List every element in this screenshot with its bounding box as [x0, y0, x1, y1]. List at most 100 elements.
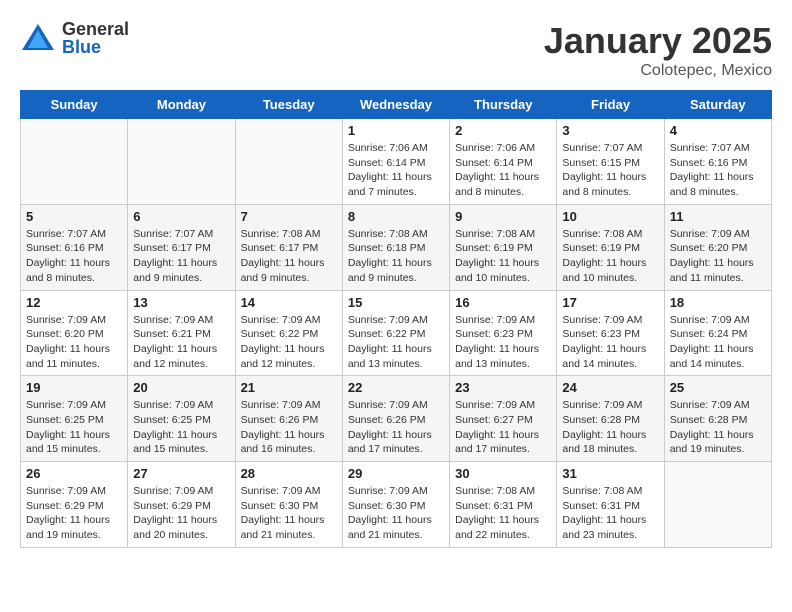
day-info: Sunrise: 7:09 AMSunset: 6:29 PMDaylight:… [26, 484, 122, 543]
day-info: Sunrise: 7:08 AMSunset: 6:31 PMDaylight:… [562, 484, 658, 543]
calendar-cell [21, 119, 128, 205]
day-number: 17 [562, 295, 658, 310]
calendar-subtitle: Colotepec, Mexico [544, 62, 772, 80]
calendar-cell [664, 462, 771, 548]
day-header-tuesday: Tuesday [235, 91, 342, 119]
day-info: Sunrise: 7:09 AMSunset: 6:30 PMDaylight:… [348, 484, 444, 543]
day-info: Sunrise: 7:07 AMSunset: 6:15 PMDaylight:… [562, 141, 658, 200]
calendar-cell: 26 Sunrise: 7:09 AMSunset: 6:29 PMDayligh… [21, 462, 128, 548]
logo-blue-text: Blue [62, 38, 129, 56]
calendar-cell: 1 Sunrise: 7:06 AMSunset: 6:14 PMDaylight… [342, 119, 449, 205]
day-header-monday: Monday [128, 91, 235, 119]
day-number: 22 [348, 380, 444, 395]
day-number: 28 [241, 466, 337, 481]
page-header: General Blue January 2025 Colotepec, Mex… [20, 20, 772, 80]
day-info: Sunrise: 7:08 AMSunset: 6:31 PMDaylight:… [455, 484, 551, 543]
day-info: Sunrise: 7:09 AMSunset: 6:28 PMDaylight:… [562, 398, 658, 457]
day-number: 5 [26, 209, 122, 224]
day-header-sunday: Sunday [21, 91, 128, 119]
calendar-week-5: 26 Sunrise: 7:09 AMSunset: 6:29 PMDayligh… [21, 462, 772, 548]
calendar-cell: 29 Sunrise: 7:09 AMSunset: 6:30 PMDayligh… [342, 462, 449, 548]
calendar-cell: 4 Sunrise: 7:07 AMSunset: 6:16 PMDaylight… [664, 119, 771, 205]
calendar-cell: 9 Sunrise: 7:08 AMSunset: 6:19 PMDaylight… [450, 204, 557, 290]
calendar-week-4: 19 Sunrise: 7:09 AMSunset: 6:25 PMDayligh… [21, 376, 772, 462]
day-number: 8 [348, 209, 444, 224]
logo-text: General Blue [62, 20, 129, 56]
day-number: 16 [455, 295, 551, 310]
day-number: 14 [241, 295, 337, 310]
day-number: 19 [26, 380, 122, 395]
day-info: Sunrise: 7:09 AMSunset: 6:20 PMDaylight:… [670, 227, 766, 286]
calendar-cell: 16Sunrise: 7:09 AMSunset: 6:23 PMDayligh… [450, 290, 557, 376]
calendar-cell: 23Sunrise: 7:09 AMSunset: 6:27 PMDayligh… [450, 376, 557, 462]
day-info: Sunrise: 7:07 AMSunset: 6:16 PMDaylight:… [26, 227, 122, 286]
day-number: 21 [241, 380, 337, 395]
day-number: 18 [670, 295, 766, 310]
calendar-cell: 17 Sunrise: 7:09 AMSunset: 6:23 PMDayligh… [557, 290, 664, 376]
day-info: Sunrise: 7:06 AMSunset: 6:14 PMDaylight:… [348, 141, 444, 200]
day-header-wednesday: Wednesday [342, 91, 449, 119]
day-info: Sunrise: 7:08 AMSunset: 6:19 PMDaylight:… [562, 227, 658, 286]
day-info: Sunrise: 7:08 AMSunset: 6:17 PMDaylight:… [241, 227, 337, 286]
day-number: 30 [455, 466, 551, 481]
day-number: 29 [348, 466, 444, 481]
day-number: 1 [348, 123, 444, 138]
day-info: Sunrise: 7:08 AMSunset: 6:19 PMDaylight:… [455, 227, 551, 286]
day-number: 31 [562, 466, 658, 481]
calendar-cell: 25Sunrise: 7:09 AMSunset: 6:28 PMDayligh… [664, 376, 771, 462]
day-number: 9 [455, 209, 551, 224]
day-number: 12 [26, 295, 122, 310]
day-number: 6 [133, 209, 229, 224]
title-area: January 2025 Colotepec, Mexico [544, 20, 772, 80]
calendar-cell [235, 119, 342, 205]
calendar-cell: 27 Sunrise: 7:09 AMSunset: 6:29 PMDayligh… [128, 462, 235, 548]
day-info: Sunrise: 7:09 AMSunset: 6:21 PMDaylight:… [133, 313, 229, 372]
day-number: 11 [670, 209, 766, 224]
day-number: 24 [562, 380, 658, 395]
calendar-table: SundayMondayTuesdayWednesdayThursdayFrid… [20, 90, 772, 548]
day-number: 13 [133, 295, 229, 310]
calendar-cell: 3 Sunrise: 7:07 AMSunset: 6:15 PMDaylight… [557, 119, 664, 205]
day-info: Sunrise: 7:08 AMSunset: 6:18 PMDaylight:… [348, 227, 444, 286]
calendar-cell: 30 Sunrise: 7:08 AMSunset: 6:31 PMDayligh… [450, 462, 557, 548]
day-number: 26 [26, 466, 122, 481]
day-info: Sunrise: 7:09 AMSunset: 6:24 PMDaylight:… [670, 313, 766, 372]
day-info: Sunrise: 7:09 AMSunset: 6:29 PMDaylight:… [133, 484, 229, 543]
day-info: Sunrise: 7:09 AMSunset: 6:25 PMDaylight:… [26, 398, 122, 457]
day-number: 27 [133, 466, 229, 481]
logo-general-text: General [62, 20, 129, 38]
calendar-week-1: 1 Sunrise: 7:06 AMSunset: 6:14 PMDaylight… [21, 119, 772, 205]
day-number: 4 [670, 123, 766, 138]
logo: General Blue [20, 20, 129, 56]
calendar-cell: 2 Sunrise: 7:06 AMSunset: 6:14 PMDaylight… [450, 119, 557, 205]
day-number: 10 [562, 209, 658, 224]
calendar-cell: 15 Sunrise: 7:09 AMSunset: 6:22 PMDayligh… [342, 290, 449, 376]
day-number: 15 [348, 295, 444, 310]
day-number: 3 [562, 123, 658, 138]
calendar-cell [128, 119, 235, 205]
calendar-cell: 8 Sunrise: 7:08 AMSunset: 6:18 PMDaylight… [342, 204, 449, 290]
day-info: Sunrise: 7:07 AMSunset: 6:16 PMDaylight:… [670, 141, 766, 200]
calendar-cell: 20 Sunrise: 7:09 AMSunset: 6:25 PMDayligh… [128, 376, 235, 462]
day-number: 2 [455, 123, 551, 138]
calendar-cell: 5 Sunrise: 7:07 AMSunset: 6:16 PMDaylight… [21, 204, 128, 290]
day-header-friday: Friday [557, 91, 664, 119]
calendar-cell: 24 Sunrise: 7:09 AMSunset: 6:28 PMDayligh… [557, 376, 664, 462]
calendar-cell: 19 Sunrise: 7:09 AMSunset: 6:25 PMDayligh… [21, 376, 128, 462]
calendar-cell: 31 Sunrise: 7:08 AMSunset: 6:31 PMDayligh… [557, 462, 664, 548]
day-info: Sunrise: 7:09 AMSunset: 6:22 PMDaylight:… [348, 313, 444, 372]
day-number: 20 [133, 380, 229, 395]
day-info: Sunrise: 7:09 AMSunset: 6:30 PMDaylight:… [241, 484, 337, 543]
calendar-cell: 7Sunrise: 7:08 AMSunset: 6:17 PMDaylight… [235, 204, 342, 290]
day-number: 25 [670, 380, 766, 395]
day-info: Sunrise: 7:09 AMSunset: 6:26 PMDaylight:… [348, 398, 444, 457]
calendar-cell: 6Sunrise: 7:07 AMSunset: 6:17 PMDaylight… [128, 204, 235, 290]
calendar-cell: 18 Sunrise: 7:09 AMSunset: 6:24 PMDayligh… [664, 290, 771, 376]
calendar-cell: 21Sunrise: 7:09 AMSunset: 6:26 PMDayligh… [235, 376, 342, 462]
day-info: Sunrise: 7:09 AMSunset: 6:20 PMDaylight:… [26, 313, 122, 372]
day-info: Sunrise: 7:09 AMSunset: 6:23 PMDaylight:… [562, 313, 658, 372]
calendar-week-3: 12 Sunrise: 7:09 AMSunset: 6:20 PMDayligh… [21, 290, 772, 376]
day-info: Sunrise: 7:09 AMSunset: 6:25 PMDaylight:… [133, 398, 229, 457]
day-info: Sunrise: 7:09 AMSunset: 6:27 PMDaylight:… [455, 398, 551, 457]
day-info: Sunrise: 7:06 AMSunset: 6:14 PMDaylight:… [455, 141, 551, 200]
